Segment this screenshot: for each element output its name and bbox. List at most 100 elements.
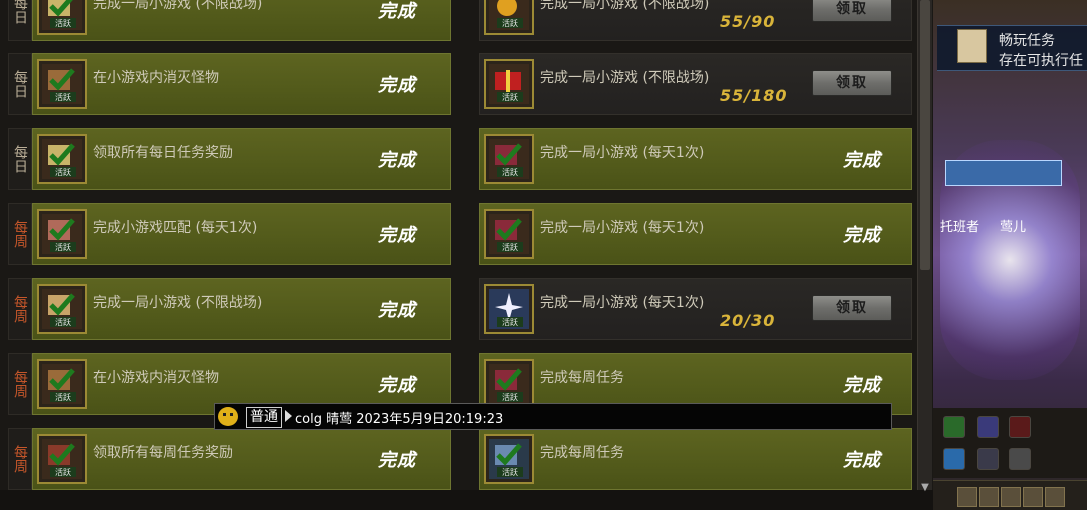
complete-label: 完成 <box>843 450 881 471</box>
reward-progress: 55/90 <box>720 12 776 31</box>
task-body: 活跃 完成小游戏匹配 (每天1次) 完成 <box>32 203 451 265</box>
complete-label: 完成 <box>378 300 416 321</box>
task-body: 活跃 完成一局小游戏 (不限战场) 完成 <box>32 0 451 41</box>
menu-bar <box>933 480 1087 510</box>
reward-title: 完成每周任务 <box>540 445 624 461</box>
task-row: 每周 活跃 领取所有每周任务奖励 完成 <box>8 428 451 490</box>
task-body: 活跃 领取所有每周任务奖励 完成 <box>32 428 451 490</box>
task-body: 活跃 完成一局小游戏 (不限战场) 完成 <box>32 278 451 340</box>
chat-channel[interactable]: 普通 <box>246 407 282 428</box>
task-check-icon: 活跃 <box>37 434 87 484</box>
reward-title: 完成一局小游戏 (每天1次) <box>540 295 705 311</box>
character-name[interactable]: 莺儿 <box>1000 216 1026 235</box>
task-check-icon: 活跃 <box>37 0 87 35</box>
task-title: 领取所有每日任务奖励 <box>93 145 233 161</box>
svg-text:活跃: 活跃 <box>502 317 518 327</box>
emoji-icon[interactable] <box>218 407 238 426</box>
menu-icon[interactable] <box>1045 487 1065 507</box>
reward-check-icon: 活跃 <box>484 434 534 484</box>
reward-progress: 20/30 <box>720 311 776 330</box>
svg-text:活跃: 活跃 <box>502 92 518 102</box>
reward-body: 活跃 完成一局小游戏 (不限战场) 55/90 领取 <box>479 0 912 41</box>
complete-label: 完成 <box>378 375 416 396</box>
svg-text:活跃: 活跃 <box>502 167 518 177</box>
calendar-icon[interactable] <box>943 416 965 438</box>
gift-icon: 活跃 <box>484 59 534 109</box>
reward-body: 活跃 完成每周任务 完成 <box>479 428 912 490</box>
task-body: 活跃 在小游戏内消灭怪物 完成 <box>32 53 451 115</box>
reward-title: 完成一局小游戏 (不限战场) <box>540 70 710 86</box>
reward-body: 活跃 完成一局小游戏 (每天1次) 完成 <box>479 128 912 190</box>
guild-label: 托班者 <box>940 220 980 235</box>
menu-icon[interactable] <box>957 487 977 507</box>
svg-text:活跃: 活跃 <box>55 392 71 402</box>
menu-icon[interactable] <box>1001 487 1021 507</box>
reward-icon: 活跃 <box>484 0 534 35</box>
reward-check-icon: 活跃 <box>484 209 534 259</box>
task-row: 每日 活跃 领取所有每日任务奖励 完成 <box>8 128 451 190</box>
complete-label: 完成 <box>378 75 416 96</box>
task-check-icon: 活跃 <box>37 59 87 109</box>
task-check-icon: 活跃 <box>37 284 87 334</box>
character-banner <box>945 160 1062 186</box>
task-body: 活跃 领取所有每日任务奖励 完成 <box>32 128 451 190</box>
svg-text:活跃: 活跃 <box>55 167 71 177</box>
notification-icon[interactable] <box>977 448 999 470</box>
task-title: 完成一局小游戏 (不限战场) <box>93 295 263 311</box>
reward-check-icon: 活跃 <box>484 134 534 184</box>
skill-bar <box>933 408 1087 478</box>
period-tag: 每周 <box>8 428 32 490</box>
character-icon[interactable] <box>977 416 999 438</box>
scroll-down-icon[interactable]: ▼ <box>919 482 931 494</box>
close-icon[interactable] <box>1009 416 1031 438</box>
complete-label: 完成 <box>378 225 416 246</box>
claim-button[interactable]: 领取 <box>812 0 892 22</box>
task-title: 领取所有每周任务奖励 <box>93 445 233 461</box>
task-check-icon: 活跃 <box>37 209 87 259</box>
task-title: 在小游戏内消灭怪物 <box>93 70 219 86</box>
task-row: 每周 活跃 完成小游戏匹配 (每天1次) 完成 <box>8 203 451 265</box>
quest-tracker[interactable]: 畅玩任务 存在可执行任 <box>937 25 1087 71</box>
reward-row: 活跃 完成一局小游戏 (每天1次) 完成 <box>479 128 912 190</box>
reward-body: 活跃 完成一局小游戏 (每天1次) 完成 <box>479 203 912 265</box>
reward-title: 完成一局小游戏 (不限战场) <box>540 0 710 12</box>
reward-check-icon: 活跃 <box>484 359 534 409</box>
period-tag: 每周 <box>8 278 32 340</box>
settings-icon[interactable] <box>1009 448 1031 470</box>
svg-text:活跃: 活跃 <box>55 92 71 102</box>
claim-button[interactable]: 领取 <box>812 70 892 96</box>
complete-label: 完成 <box>378 450 416 471</box>
task-row: 每周 活跃 完成一局小游戏 (不限战场) 完成 <box>8 278 451 340</box>
task-check-icon: 活跃 <box>37 134 87 184</box>
arrow-right-icon <box>285 410 292 422</box>
reward-row: 活跃 完成一局小游戏 (不限战场) 55/180 领取 <box>479 53 912 115</box>
quest-title: 畅玩任务 <box>999 33 1055 49</box>
complete-label: 完成 <box>843 150 881 171</box>
quest-subtitle: 存在可执行任 <box>999 53 1083 69</box>
menu-icon[interactable] <box>1023 487 1043 507</box>
complete-label: 完成 <box>843 225 881 246</box>
svg-text:活跃: 活跃 <box>502 242 518 252</box>
period-tag: 每日 <box>8 128 32 190</box>
period-tag: 每日 <box>8 0 32 41</box>
tp-icon[interactable] <box>943 448 965 470</box>
scrollbar-thumb[interactable] <box>920 0 930 270</box>
scrollbar[interactable] <box>917 0 932 490</box>
task-check-icon: 活跃 <box>37 359 87 409</box>
task-row: 每日 活跃 完成一局小游戏 (不限战场) 完成 <box>8 0 451 41</box>
claim-button[interactable]: 领取 <box>812 295 892 321</box>
reward-row: 活跃 完成一局小游戏 (每天1次) 完成 <box>479 203 912 265</box>
complete-label: 完成 <box>843 375 881 396</box>
task-title: 完成一局小游戏 (不限战场) <box>93 0 263 12</box>
task-title: 在小游戏内消灭怪物 <box>93 370 219 386</box>
period-tag: 每周 <box>8 353 32 415</box>
reward-row: 活跃 完成一局小游戏 (每天1次) 20/30 领取 <box>479 278 912 340</box>
panel-footer <box>0 490 933 509</box>
task-panel: 每日 活跃 完成一局小游戏 (不限战场) 完成 每日 活跃 在小游戏内消灭怪物 … <box>0 0 933 509</box>
sparkle-icon: 活跃 <box>484 284 534 334</box>
complete-label: 完成 <box>378 1 416 22</box>
svg-text:活跃: 活跃 <box>502 18 518 28</box>
svg-text:活跃: 活跃 <box>55 317 71 327</box>
chat-message-bar[interactable]: 普通 colg 晴莺 2023年5月9日20:19:23 <box>214 403 892 430</box>
menu-icon[interactable] <box>979 487 999 507</box>
